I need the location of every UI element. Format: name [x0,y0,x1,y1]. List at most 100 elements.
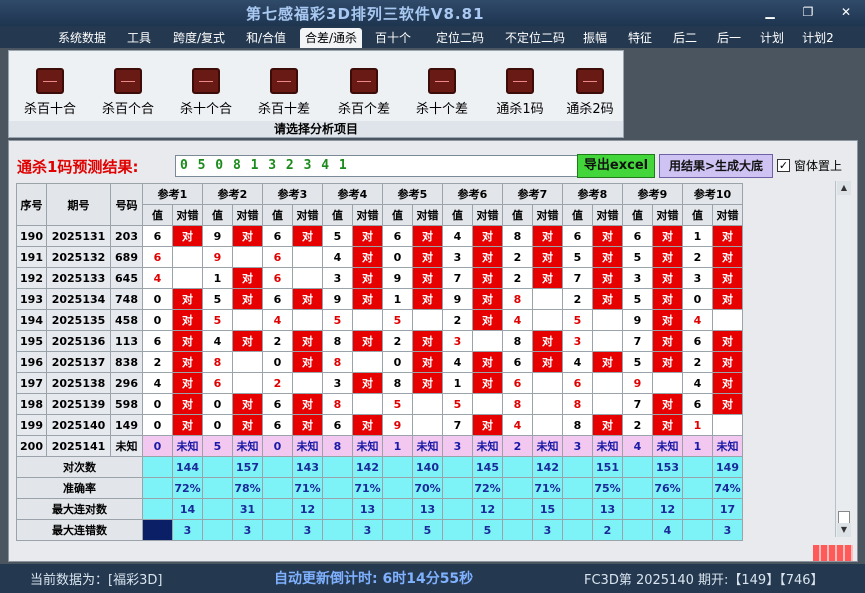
ref-value: 1 [382,435,413,457]
table-row[interactable]: 197 2025138 296 4 对 6 2 3 对 8 对 1 对 6 6 9 4 对 [16,372,743,394]
stat-value: 149 [712,456,743,478]
menu-item[interactable]: 后二 [668,28,702,48]
stat-value: 140 [412,456,443,478]
status-issue-info: FC3D第 2025140 期开:【149】【746】 [584,573,824,588]
menu-item[interactable]: 合差/通杀 [300,28,362,48]
ribbon-button[interactable]: 杀十个合 [171,65,241,121]
table-row[interactable]: 191 2025132 689 6 9 6 4 对 0 对 3 对 2 对 5 对 5 对 2 对 [16,246,743,268]
stat-pad [322,477,353,499]
ribbon-button[interactable]: 通杀2码 [555,65,625,121]
ref-result: 对 [712,351,743,373]
ribbon-button[interactable]: 杀百十合 [15,65,85,121]
ref-value: 9 [382,414,413,436]
close-icon[interactable]: ✕ [833,3,859,21]
menu-item[interactable]: 百十个 [374,28,412,48]
ref-result: 对 [292,351,323,373]
stat-value: 151 [592,456,623,478]
ref-result: 对 [532,351,563,373]
table-row[interactable]: 195 2025136 113 6 对 4 对 2 对 8 对 2 对 3 8 对 3 7 对 6 对 [16,330,743,352]
ref-value: 4 [442,225,473,247]
table-row[interactable]: 190 2025131 203 6 对 9 对 6 对 5 对 6 对 4 对 8 对 6 对 6 对 1 对 [16,225,743,247]
menu-item[interactable]: 系统数据 [52,28,112,48]
row-number: 748 [110,288,143,310]
restore-icon[interactable]: ❐ [795,3,821,21]
table-row-pending[interactable]: 200 2025141 未知 0 未知 5 未知 0 未知 8 未知 1 未知 3 未知 2 未知 3 未知 4 未知 1… [16,435,743,457]
row-number: 149 [110,414,143,436]
menu-item[interactable]: 跨度/复式 [166,28,232,48]
generate-base-button[interactable]: 用结果>生成大底 [659,154,773,178]
menu-item[interactable]: 振幅 [578,28,612,48]
ref-value: 7 [622,393,653,415]
result-header: 对错 [172,204,203,226]
stat-pad [502,498,533,520]
ref-value: 7 [442,267,473,289]
row-seq: 198 [16,393,47,415]
minimize-icon[interactable]: ▁ [757,3,783,21]
table-row[interactable]: 194 2025135 458 0 对 5 4 5 5 2 对 4 5 9 对 4 [16,309,743,331]
ref-result: 未知 [652,435,683,457]
ref-value: 6 [262,393,293,415]
ref-result [472,330,503,352]
ontop-label: 窗体置上 [794,158,843,173]
ref-result: 对 [292,225,323,247]
ref-value: 4 [142,267,173,289]
table-row[interactable]: 193 2025134 748 0 对 5 对 6 对 9 对 1 对 9 对 8 2 对 5 对 0 对 [16,288,743,310]
stat-pad [382,477,413,499]
stat-value: 3 [352,519,383,541]
ref-value: 5 [562,309,593,331]
ribbon-button[interactable]: 杀十个差 [407,65,477,121]
value-header: 值 [682,204,713,226]
ref-result [232,309,263,331]
menu-item[interactable]: 计划2 [798,28,838,48]
table-row[interactable]: 196 2025137 838 2 对 8 0 对 8 0 对 4 对 6 对 4 对 5 对 2 对 [16,351,743,373]
ribbon-button[interactable]: 杀百个合 [93,65,163,121]
ribbon-button[interactable]: 通杀1码 [485,65,555,121]
result-header: 对错 [472,204,503,226]
menu-item[interactable]: 特征 [622,28,658,48]
ref-result [232,246,263,268]
ref-result: 对 [172,372,203,394]
ref-result: 对 [532,267,563,289]
menu-item[interactable]: 不定位二码 [498,28,572,48]
menu-item[interactable]: 计划 [756,28,788,48]
ref-value: 5 [202,435,233,457]
stat-pad [322,519,353,541]
stat-value: 12 [292,498,323,520]
table-row[interactable]: 192 2025133 645 4 1 对 6 3 对 9 对 7 对 2 对 7 对 3 对 3 对 [16,267,743,289]
ref-header: 参考9 [622,183,683,205]
ref-result [232,351,263,373]
ref-result [592,309,623,331]
menu-item[interactable]: 工具 [122,28,156,48]
ref-value: 8 [502,330,533,352]
ref-result [352,309,383,331]
ref-value: 5 [382,309,413,331]
menu-item[interactable]: 定位二码 [430,28,490,48]
ribbon-button-label: 杀百十合 [23,102,76,117]
ref-value: 1 [682,414,713,436]
ref-result: 对 [172,330,203,352]
prediction-field[interactable]: 0 5 0 8 1 3 2 3 4 1 [175,155,585,177]
scroll-up-icon[interactable]: ▲ [837,181,851,195]
stat-pad [442,519,473,541]
ribbon-button[interactable]: 杀百十差 [249,65,319,121]
ref-result: 对 [412,351,443,373]
stat-value: 78% [232,477,263,499]
scroll-down-icon[interactable]: ▼ [837,523,851,537]
ref-result [412,309,443,331]
stat-value: 12 [472,498,503,520]
ref-result: 对 [472,267,503,289]
ontop-checkbox[interactable]: ✓ [777,158,790,172]
ribbon-button[interactable]: 杀百个差 [329,65,399,121]
table-row[interactable]: 199 2025140 149 0 对 0 对 6 对 6 对 9 7 对 4 8 对 2 对 1 [16,414,743,436]
ref-value: 5 [442,393,473,415]
menu-item[interactable]: 后一 [712,28,746,48]
vertical-scrollbar[interactable]: ▲ ▼ [835,181,851,537]
stat-pad [322,498,353,520]
ref-result: 对 [412,267,443,289]
ref-result [352,393,383,415]
menu-item[interactable]: 和/合值 [238,28,294,48]
window-ontop-toggle[interactable]: ✓ 窗体置上 [777,155,842,175]
export-excel-button[interactable]: 导出excel [577,154,655,178]
row-seq: 195 [16,330,47,352]
table-row[interactable]: 198 2025139 598 0 对 0 对 6 对 8 5 5 8 8 7 对 6 对 [16,393,743,415]
